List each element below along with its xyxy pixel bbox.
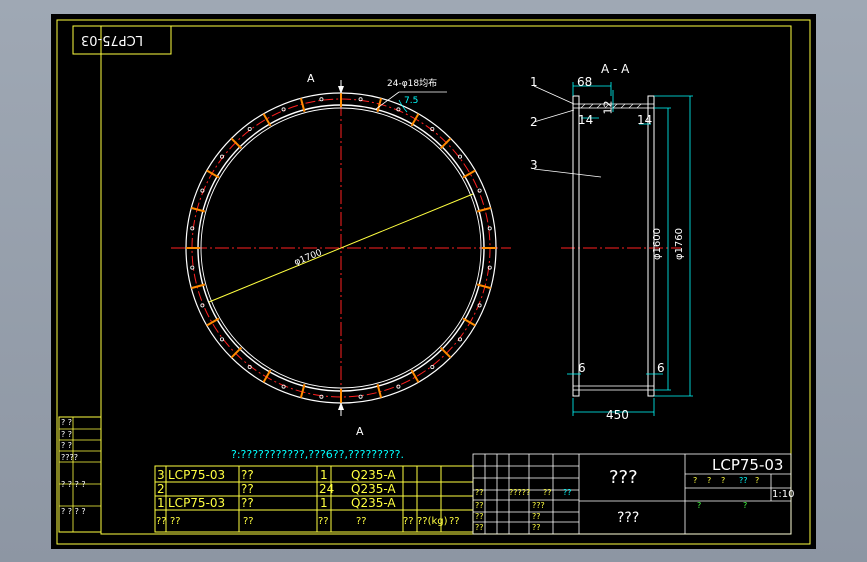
bom-header-unit: ?? [403, 516, 414, 527]
dim-left-wall: 14 [578, 113, 594, 127]
tb-label-8: ?? [475, 523, 484, 532]
plan-view [171, 80, 511, 416]
bottom-flange [572, 385, 655, 391]
bom-header-no: ?? [156, 516, 167, 527]
rib [439, 346, 452, 359]
tb-label-9: ?? [532, 523, 541, 532]
section-mark-bottom: A [356, 425, 364, 438]
rib [230, 346, 243, 359]
tb-right-1: ? [693, 476, 698, 485]
bolt-hole [487, 226, 492, 231]
tb-label-3: ?? [543, 488, 552, 497]
bom-row-2-material: Q235-A [351, 482, 396, 496]
scale-value: 1:10 [772, 489, 795, 500]
bolt-hole [319, 97, 324, 102]
left-strip-label-6: ? ? ? ? [61, 507, 86, 516]
dim-right-wall: 14 [637, 113, 653, 127]
section-title: A - A [601, 62, 630, 76]
bom-row-3-no: 3 [157, 468, 165, 482]
bom-row-1-no: 1 [157, 496, 165, 510]
drawing-sheet: LCP75-03 A A 24-φ18均布 7.5 φ1700 A - A 68… [51, 14, 816, 549]
tb-label-1: ?? [475, 488, 484, 497]
bom-row-1-material: Q235-A [351, 496, 396, 510]
bom-row-1-qty: 1 [320, 496, 328, 510]
bolt-hole [190, 265, 195, 270]
tb-label-4: ?? [475, 501, 484, 510]
bom-header-name: ?? [243, 516, 254, 527]
tb-right-7: ? [743, 501, 748, 510]
bom-row-3-code: LCP75-03 [168, 468, 226, 482]
cad-canvas [56, 19, 811, 545]
tb-right-2: ? [707, 476, 712, 485]
stamp-rotated: LCP75-03 [81, 32, 143, 47]
callout-3: 3 [530, 158, 538, 172]
bolt-hole [358, 394, 363, 399]
bolt-hole [200, 303, 205, 308]
dim-flange-thickness: 12 [601, 100, 615, 115]
drawing-number: LCP75-03 [712, 456, 784, 474]
bom-header-material: ?? [356, 516, 367, 527]
left-strip-label-2: ? ? [61, 430, 73, 439]
bolt-angle: 7.5 [404, 96, 419, 106]
bom-header-code: ?? [170, 516, 181, 527]
bom-row-1-code: LCP75-03 [168, 496, 226, 510]
bom-row-2-no: 2 [157, 482, 165, 496]
bom-header-weight: ??(kg) [417, 516, 448, 527]
bom-row-2-name: ?? [241, 482, 254, 496]
bom-row-3-material: Q235-A [351, 468, 396, 482]
callout-leaders [533, 85, 602, 178]
left-strip-label-3: ? ? [61, 441, 73, 450]
callout-1: 1 [530, 75, 538, 89]
dim-inner-diameter: φ1600 [652, 227, 664, 261]
company-name: ??? [617, 510, 640, 526]
bom-row-1-name: ?? [241, 496, 254, 510]
tb-label-2: ????? [509, 488, 531, 497]
tb-label-7: ?? [532, 512, 541, 521]
bolt-note-leader [375, 91, 400, 110]
bom-row-3-qty: 1 [320, 468, 328, 482]
bolt-hole [477, 188, 482, 193]
bom-header-remark: ?? [449, 516, 460, 527]
left-strip-label-4: ???? [61, 453, 78, 462]
general-note: ?:???????????,???6??,?????????. [231, 448, 404, 461]
tb-right-5: ? [755, 476, 760, 485]
dim-bottom-right: 6 [657, 361, 665, 375]
bolt-hole [281, 107, 286, 112]
tb-label-6: ?? [475, 512, 484, 521]
dim-outer-diameter: φ1760 [674, 227, 686, 261]
left-strip-label-1: ? ? [61, 418, 73, 427]
outer-frame [56, 19, 811, 545]
bom-row-2-qty: 24 [319, 482, 335, 496]
callout-2: 2 [530, 115, 538, 129]
dim-flange-width: 68 [577, 75, 593, 89]
left-wall [572, 95, 580, 397]
tb-label-10: ?? [563, 488, 572, 497]
bom-header-qty: ?? [318, 516, 329, 527]
rib [439, 137, 452, 150]
dim-height: 450 [606, 408, 629, 422]
dim-bottom-left: 6 [578, 361, 586, 375]
bolt-note: 24-φ18均布 [387, 79, 438, 89]
tb-right-3: ? [721, 476, 726, 485]
bom-row-3-name: ?? [241, 468, 254, 482]
tb-right-6: ? [697, 501, 702, 510]
section-view [533, 82, 693, 416]
part-name: ??? [609, 467, 638, 488]
tb-right-4: ?? [739, 476, 748, 485]
left-strip-label-5: ? ? ? ? [61, 480, 86, 489]
tb-label-5: ??? [532, 501, 545, 510]
rib [230, 137, 243, 150]
section-mark-top: A [307, 72, 315, 85]
